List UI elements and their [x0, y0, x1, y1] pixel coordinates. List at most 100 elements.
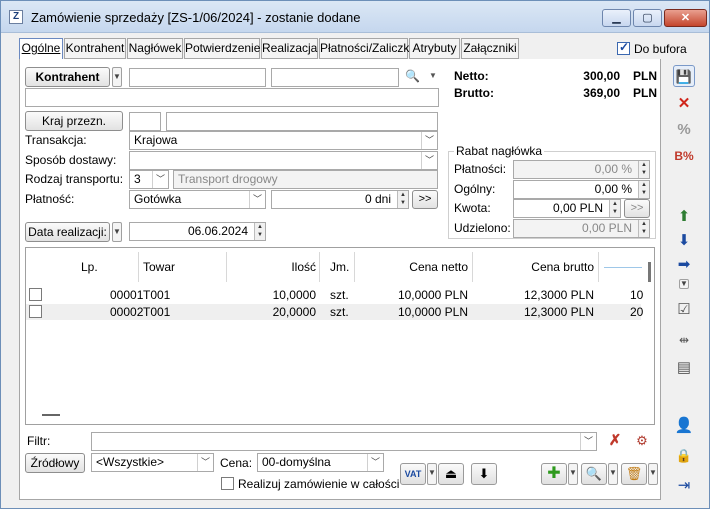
- tab-potwierdzenie[interactable]: Potwierdzenie: [184, 38, 260, 59]
- transakcja-chevron-down-icon[interactable]: ﹀: [421, 132, 437, 149]
- tab-zalaczniki[interactable]: Załączniki: [461, 38, 519, 59]
- user-permissions-icon[interactable]: 👤: [673, 415, 695, 437]
- minimize-button[interactable]: ▁: [602, 9, 631, 27]
- filter-settings-icon[interactable]: ⚙: [631, 430, 653, 452]
- platnosc-days-spinner[interactable]: ▲ ▼: [397, 191, 408, 208]
- platnosc-label: Płatność:: [25, 192, 75, 206]
- kontrahent-button[interactable]: Kontrahent: [25, 67, 110, 87]
- platnosc-select[interactable]: Gotówka: [129, 190, 266, 209]
- vat-icon[interactable]: VAT: [400, 463, 426, 485]
- rabat-ogolny-spinner[interactable]: ▲ ▼: [638, 181, 649, 198]
- rabat-kwota-spinner[interactable]: ▲ ▼: [609, 200, 620, 217]
- platnosc-chevron-down-icon[interactable]: ﹀: [249, 191, 265, 208]
- zrodlowy-chevron-down-icon[interactable]: ﹀: [197, 454, 213, 471]
- col-header-cena-netto[interactable]: Cena netto: [356, 248, 468, 286]
- trash-dropdown[interactable]: ▼: [648, 463, 658, 485]
- search-icon[interactable]: 🔍: [405, 69, 420, 83]
- exit-icon[interactable]: ⇥: [673, 475, 695, 497]
- data-realizacji-spinner[interactable]: ▲ ▼: [254, 223, 265, 240]
- table-icon[interactable]: ▤: [673, 357, 695, 379]
- sposob-chevron-down-icon[interactable]: ﹀: [421, 152, 437, 169]
- kontrahent-dropdown[interactable]: ▼: [112, 67, 122, 87]
- search-item-icon[interactable]: 🔍: [581, 463, 607, 485]
- kontrahent-name-field[interactable]: [271, 68, 399, 87]
- cancel-icon[interactable]: ✕: [673, 93, 695, 115]
- close-button[interactable]: ✕: [664, 9, 707, 27]
- filtr-label: Filtr:: [27, 434, 51, 448]
- maximize-button[interactable]: ▢: [633, 9, 662, 27]
- platnosc-more-button[interactable]: >>: [412, 190, 438, 209]
- split-icon[interactable]: ⇹: [673, 329, 695, 351]
- export-icon[interactable]: ⏏: [438, 463, 464, 485]
- order-window: Z Zamówienie sprzedaży [ZS-1/06/2024] - …: [0, 0, 710, 509]
- tab-ogolne[interactable]: Ogólne: [19, 38, 63, 60]
- tab-realizacja[interactable]: Realizacja: [261, 38, 318, 59]
- kontrahent-code-field[interactable]: [129, 68, 266, 87]
- lock-icon[interactable]: 🔒: [673, 445, 695, 467]
- do-bufora-checkbox[interactable]: [617, 40, 630, 55]
- transakcja-select[interactable]: Krajowa: [129, 131, 438, 150]
- generate-document-icon[interactable]: ➡: [673, 254, 695, 276]
- clear-filter-icon[interactable]: ✗: [604, 430, 626, 452]
- zrodlowy-button[interactable]: Źródłowy: [25, 453, 85, 473]
- rabat-ogolny-field[interactable]: 0,00 %: [513, 180, 650, 199]
- row-lp: 00001: [110, 288, 144, 302]
- col-header-lp[interactable]: Lp.: [81, 248, 98, 286]
- tab-naglowek[interactable]: Nagłówek: [127, 38, 183, 59]
- cena-select[interactable]: 00-domyślna: [257, 453, 384, 472]
- add-icon[interactable]: ✚: [541, 463, 567, 485]
- data-realizacji-button[interactable]: Data realizacji:: [25, 222, 110, 242]
- rabat-udzielono-spinner: ▲ ▼: [638, 220, 649, 237]
- search-dropdown-icon[interactable]: ▼: [429, 71, 437, 80]
- document-arrow-icon[interactable]: ⬇: [673, 230, 695, 252]
- trash-icon[interactable]: 🗑: [621, 463, 647, 485]
- data-realizacji-dropdown[interactable]: ▼: [112, 222, 122, 242]
- copy-document-icon[interactable]: ⬆: [673, 206, 695, 228]
- col-header-cena-brutto[interactable]: Cena brutto: [476, 248, 594, 286]
- rabat-kwota-more-button[interactable]: >>: [624, 199, 650, 218]
- generate-dropdown[interactable]: ▼: [679, 279, 689, 289]
- row-extra: 10: [630, 288, 644, 302]
- cena-chevron-down-icon[interactable]: ﹀: [367, 454, 383, 471]
- rodzaj-chevron-down-icon[interactable]: ﹀: [152, 171, 168, 188]
- sposob-dostawy-select[interactable]: [129, 151, 438, 170]
- grid-horizontal-scroll[interactable]: [42, 414, 60, 416]
- platnosc-days-field[interactable]: 0 dni: [271, 190, 409, 209]
- tab-kontrahent[interactable]: Kontrahent: [64, 38, 126, 59]
- col-header-more[interactable]: [604, 248, 642, 268]
- grid-scrollbar-thumb[interactable]: [648, 262, 651, 282]
- realizuj-checkbox[interactable]: [221, 477, 234, 490]
- percent-icon[interactable]: %: [673, 119, 695, 141]
- rabat-udzielono-field: 0,00 PLN: [513, 219, 650, 238]
- col-header-jm[interactable]: Jm.: [330, 248, 349, 286]
- rabat-kwota-field[interactable]: 0,00 PLN: [513, 199, 621, 218]
- import-icon[interactable]: ⬇: [471, 463, 497, 485]
- tab-platnosci-zaliczki[interactable]: Płatności/Zaliczki: [319, 38, 412, 59]
- zrodlowy-select[interactable]: <Wszystkie>: [91, 453, 214, 472]
- row-checkbox[interactable]: [29, 288, 42, 301]
- kraj-przezn-button[interactable]: Kraj przezn.: [25, 111, 123, 131]
- tab-atrybuty[interactable]: Atrybuty: [409, 38, 460, 59]
- row-checkbox[interactable]: [29, 305, 42, 318]
- filtr-chevron-down-icon[interactable]: ﹀: [580, 433, 596, 450]
- order-items-grid[interactable]: Lp. Towar Ilość Jm. Cena netto Cena brut…: [25, 247, 655, 425]
- netto-value: 300,00: [583, 69, 620, 83]
- table-row[interactable]: 00002 T001 20,0000 szt. 10,0000 PLN 12,3…: [26, 304, 643, 320]
- row-ilosc: 10,0000: [272, 288, 316, 302]
- col-header-ilosc[interactable]: Ilość: [226, 248, 316, 286]
- table-row[interactable]: 00001 T001 10,0000 szt. 10,0000 PLN 12,3…: [26, 287, 644, 303]
- col-header-towar[interactable]: Towar: [143, 248, 175, 286]
- do-bufora-label: Do bufora: [634, 42, 687, 56]
- bs-percent-icon[interactable]: B%: [673, 145, 695, 167]
- brutto-label: Brutto:: [454, 86, 494, 100]
- search-dropdown[interactable]: ▼: [608, 463, 618, 485]
- kraj-code-field[interactable]: [129, 112, 161, 131]
- data-realizacji-field[interactable]: 06.06.2024: [129, 222, 266, 241]
- rabat-platnosci-spinner: ▲ ▼: [638, 161, 649, 178]
- save-icon[interactable]: 💾: [673, 65, 695, 87]
- checklist-icon[interactable]: ☑: [673, 299, 695, 321]
- filtr-field[interactable]: [91, 432, 597, 451]
- vat-dropdown[interactable]: ▼: [427, 463, 437, 485]
- add-dropdown[interactable]: ▼: [568, 463, 578, 485]
- app-icon: Z: [9, 10, 23, 24]
